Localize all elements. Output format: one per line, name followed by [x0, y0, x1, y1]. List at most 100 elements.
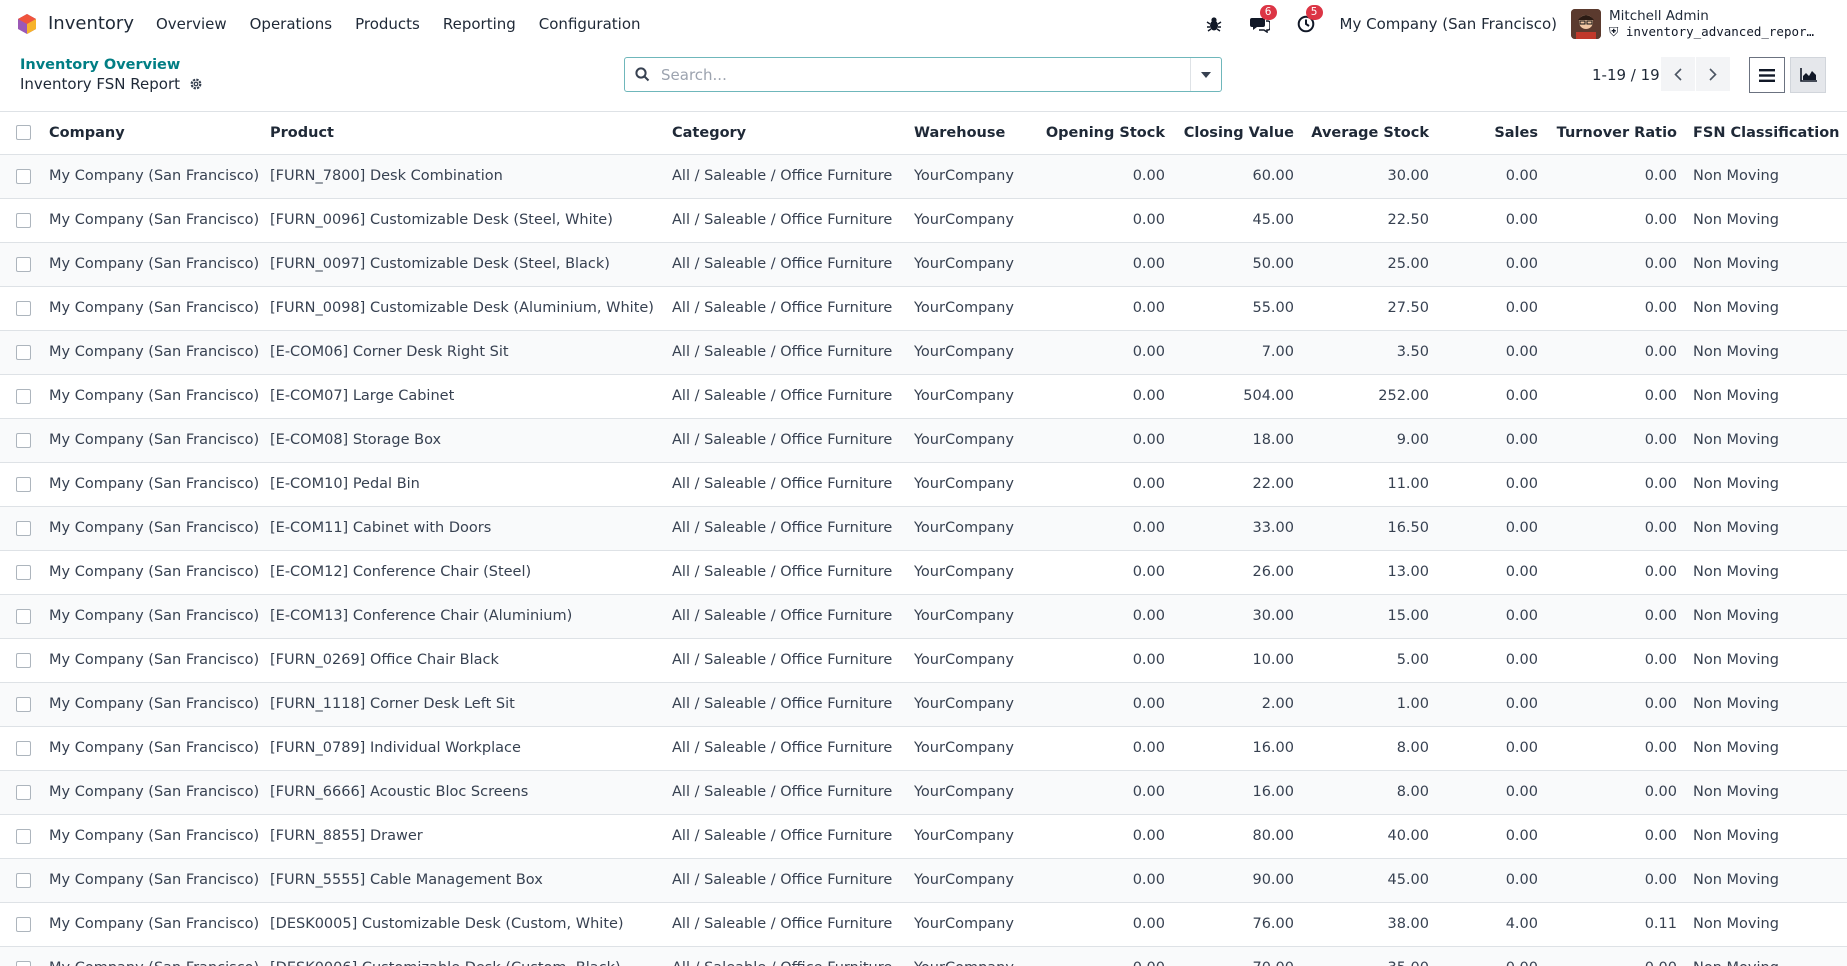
cell-warehouse: YourCompany [906, 461, 1033, 506]
cell-opening-stock: 0.00 [1033, 197, 1173, 242]
cell-fsn-classification: Non Moving [1685, 593, 1847, 638]
inventory-app-icon[interactable] [16, 13, 38, 35]
column-header-warehouse[interactable]: Warehouse [906, 112, 1033, 154]
column-header-opening-stock[interactable]: Opening Stock [1033, 112, 1173, 154]
table-row[interactable]: My Company (San Francisco) [E-COM06] Corn… [0, 329, 1847, 374]
gear-icon[interactable] [189, 77, 203, 91]
row-checkbox[interactable] [16, 784, 31, 800]
cell-product: [FURN_5555] Cable Management Box [262, 857, 664, 902]
cell-fsn-classification: Non Moving [1685, 813, 1847, 858]
cell-fsn-classification: Non Moving [1685, 549, 1847, 594]
avatar[interactable] [1571, 8, 1601, 39]
column-header-turnover-ratio[interactable]: Turnover Ratio [1546, 112, 1685, 154]
user-menu[interactable]: Mitchell Admin ⛨ inventory_advanced_repo… [1609, 8, 1821, 40]
table-row[interactable]: My Company (San Francisco) [FURN_8855] Dr… [0, 813, 1847, 858]
cell-category: All / Saleable / Office Furniture [664, 593, 906, 638]
cell-fsn-classification: Non Moving [1685, 505, 1847, 550]
row-checkbox[interactable] [16, 608, 31, 624]
cell-warehouse: YourCompany [906, 857, 1033, 902]
row-checkbox[interactable] [16, 476, 31, 492]
column-header-company[interactable]: Company [41, 112, 262, 154]
breadcrumb-inventory-overview[interactable]: Inventory Overview [20, 57, 180, 73]
column-header-fsn-classification[interactable]: FSN Classification [1685, 112, 1847, 154]
row-checkbox-cell [0, 197, 41, 242]
cell-company: My Company (San Francisco) [41, 901, 262, 946]
row-checkbox[interactable] [16, 828, 31, 844]
row-checkbox[interactable] [16, 916, 31, 932]
column-header-average-stock[interactable]: Average Stock [1302, 112, 1437, 154]
cell-average-stock: 35.00 [1302, 945, 1437, 966]
table-row[interactable]: My Company (San Francisco) [FURN_0097] Cu… [0, 241, 1847, 286]
table-row[interactable]: My Company (San Francisco) [FURN_0096] Cu… [0, 197, 1847, 242]
table-row[interactable]: My Company (San Francisco) [E-COM07] Larg… [0, 373, 1847, 418]
row-checkbox[interactable] [16, 388, 31, 404]
graph-view-button[interactable] [1790, 57, 1826, 93]
row-checkbox-cell [0, 725, 41, 770]
bug-icon[interactable] [1202, 12, 1226, 36]
company-switcher[interactable]: My Company (San Francisco) [1340, 15, 1557, 33]
column-header-product[interactable]: Product [262, 112, 664, 154]
cell-company: My Company (San Francisco) [41, 505, 262, 550]
table-row[interactable]: My Company (San Francisco) [E-COM10] Peda… [0, 461, 1847, 506]
pager-previous-button[interactable] [1661, 57, 1695, 91]
row-checkbox[interactable] [16, 960, 31, 966]
row-checkbox[interactable] [16, 432, 31, 448]
table-row[interactable]: My Company (San Francisco)[DESK0006] Cus… [0, 945, 1847, 966]
column-header-sales[interactable]: Sales [1437, 112, 1546, 154]
cell-product: [E-COM10] Pedal Bin [262, 461, 664, 506]
table-row[interactable]: My Company (San Francisco) [E-COM11] Cabi… [0, 505, 1847, 550]
row-checkbox[interactable] [16, 740, 31, 756]
table-row[interactable]: My Company (San Francisco) [FURN_0098] Cu… [0, 285, 1847, 330]
cell-warehouse: YourCompany [906, 725, 1033, 770]
menu-overview[interactable]: Overview [156, 15, 227, 33]
row-checkbox[interactable] [16, 344, 31, 360]
messages-badge: 6 [1259, 4, 1277, 20]
search-input[interactable] [659, 59, 1190, 90]
cell-product: [FURN_1118] Corner Desk Left Sit [262, 681, 664, 726]
table-row[interactable]: My Company (San Francisco) [FURN_1118] Co… [0, 681, 1847, 726]
row-checkbox-cell [0, 285, 41, 330]
cell-category: All / Saleable / Office Furniture [664, 857, 906, 902]
table-row[interactable]: My Company (San Francisco) [FURN_0269] Of… [0, 637, 1847, 682]
select-all-checkbox[interactable] [16, 125, 31, 141]
cell-turnover-ratio: 0.00 [1546, 197, 1685, 242]
menu-products[interactable]: Products [355, 15, 420, 33]
table-row[interactable]: My Company (San Francisco) [E-COM13] Conf… [0, 593, 1847, 638]
pager-next-button[interactable] [1696, 57, 1730, 91]
pager-value[interactable]: 1-19 / 19 [1592, 66, 1660, 84]
row-checkbox[interactable] [16, 300, 31, 316]
table-row[interactable]: My Company (San Francisco) [FURN_0789] In… [0, 725, 1847, 770]
row-checkbox[interactable] [16, 696, 31, 712]
row-checkbox[interactable] [16, 652, 31, 668]
database-name: ⛨ inventory_advanced_reporting [1609, 24, 1821, 40]
table-row[interactable]: My Company (San Francisco) [E-COM08] Stor… [0, 417, 1847, 462]
row-checkbox[interactable] [16, 564, 31, 580]
user-name: Mitchell Admin [1609, 7, 1709, 24]
menu-operations[interactable]: Operations [250, 15, 332, 33]
table-row[interactable]: My Company (San Francisco) [FURN_6666] Ac… [0, 769, 1847, 814]
table-row[interactable]: My Company (San Francisco) [DESK0005] Cus… [0, 901, 1847, 946]
cell-fsn-classification: Non Moving [1685, 681, 1847, 726]
table-row[interactable]: My Company (San Francisco) [E-COM12] Conf… [0, 549, 1847, 594]
cell-fsn-classification: Non Moving [1685, 901, 1847, 946]
menu-configuration[interactable]: Configuration [539, 15, 641, 33]
messages-icon[interactable]: 6 [1248, 4, 1277, 36]
row-checkbox-cell [0, 329, 41, 374]
menu-reporting[interactable]: Reporting [443, 15, 516, 33]
cell-product: [E-COM07] Large Cabinet [262, 373, 664, 418]
list-view-button[interactable] [1749, 57, 1785, 93]
search-options-toggle[interactable] [1190, 58, 1221, 91]
column-header-closing-value[interactable]: Closing Value [1173, 112, 1302, 154]
table-row[interactable]: My Company (San Francisco) [FURN_7800] De… [0, 153, 1847, 198]
row-checkbox[interactable] [16, 212, 31, 228]
row-checkbox[interactable] [16, 256, 31, 272]
row-checkbox[interactable] [16, 520, 31, 536]
cell-product: [E-COM11] Cabinet with Doors [262, 505, 664, 550]
column-header-category[interactable]: Category [664, 112, 906, 154]
row-checkbox[interactable] [16, 168, 31, 184]
table-row[interactable]: My Company (San Francisco) [FURN_5555] Ca… [0, 857, 1847, 902]
activities-clock-icon[interactable]: 5 [1294, 4, 1323, 36]
app-name[interactable]: Inventory [48, 13, 134, 34]
row-checkbox[interactable] [16, 872, 31, 888]
cell-fsn-classification: Non Moving [1685, 725, 1847, 770]
